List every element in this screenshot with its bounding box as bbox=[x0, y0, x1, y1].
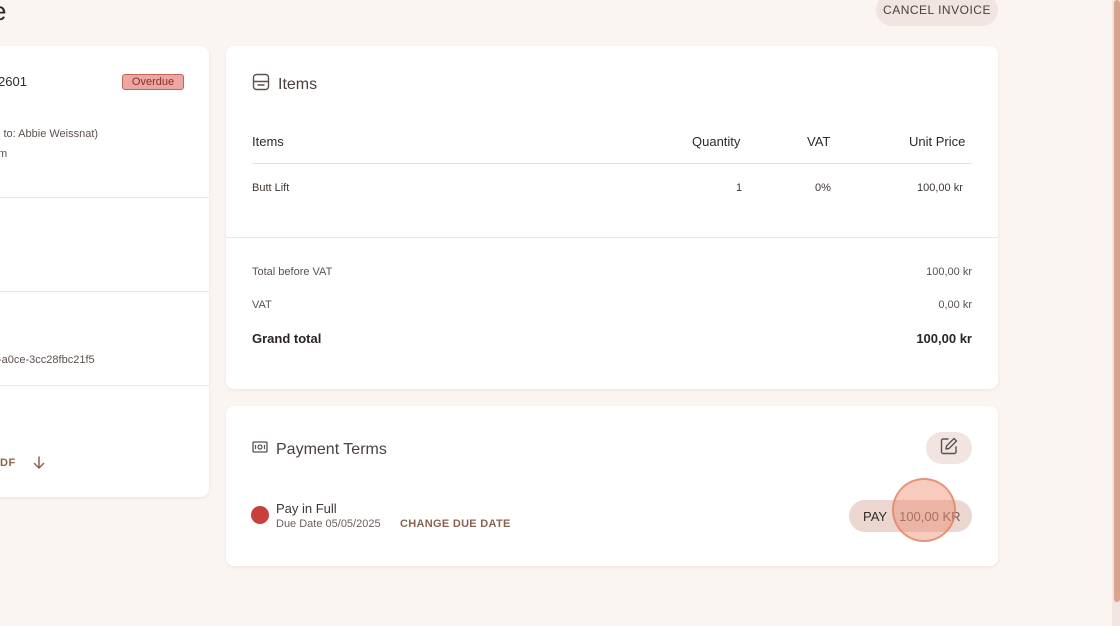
summary-section: 2601 Overdue l to: Abbie Weissnat) m bbox=[0, 46, 209, 198]
billed-to-text: l to: Abbie Weissnat) bbox=[0, 128, 99, 140]
total-before-vat-value: 100,00 kr bbox=[926, 266, 972, 278]
pdf-download-row[interactable]: DF bbox=[0, 456, 46, 470]
header-divider bbox=[252, 163, 972, 164]
details-section bbox=[0, 198, 209, 292]
items-header: Items bbox=[252, 73, 317, 96]
pay-label: PAY bbox=[863, 508, 888, 524]
term-name: Pay in Full bbox=[276, 501, 337, 516]
edit-payment-terms-button[interactable] bbox=[926, 432, 972, 464]
payment-terms-card: Payment Terms Pay in Full Due Date 05/05… bbox=[226, 406, 998, 566]
receipt-icon bbox=[252, 73, 270, 96]
totals-divider bbox=[226, 237, 998, 238]
column-header-quantity: Quantity bbox=[692, 134, 741, 149]
payment-status-dot bbox=[251, 506, 269, 524]
pay-button[interactable]: PAY 100,00 KR bbox=[849, 500, 972, 532]
column-header-vat: VAT bbox=[807, 134, 831, 149]
invoice-summary-card: 2601 Overdue l to: Abbie Weissnat) m -a0… bbox=[0, 46, 209, 497]
edit-pencil-icon bbox=[939, 436, 959, 461]
banknote-icon bbox=[252, 440, 268, 459]
items-title: Items bbox=[278, 75, 318, 93]
item-name: Butt Lift bbox=[252, 182, 290, 194]
page-title: e bbox=[0, 0, 6, 27]
column-header-items: Items bbox=[252, 134, 284, 149]
arrow-down-icon[interactable] bbox=[32, 456, 46, 470]
item-unit-price: 100,00 kr bbox=[917, 182, 963, 194]
vat-label: VAT bbox=[252, 299, 272, 311]
due-date: Due Date 05/05/2025 bbox=[276, 518, 381, 530]
column-header-unit-price: Unit Price bbox=[909, 134, 966, 149]
cancel-invoice-button[interactable]: CANCEL INVOICE bbox=[876, 0, 998, 26]
vat-value: 0,00 kr bbox=[938, 299, 972, 311]
change-due-date-button[interactable]: CHANGE DUE DATE bbox=[400, 518, 511, 530]
reference-id: -a0ce-3cc28fbc21f5 bbox=[0, 354, 95, 366]
scrollbar-thumb[interactable] bbox=[1114, 0, 1120, 602]
grand-total-label: Grand total bbox=[252, 331, 322, 346]
status-badge: Overdue bbox=[122, 74, 184, 90]
pdf-link[interactable]: DF bbox=[0, 457, 16, 469]
payment-header: Payment Terms bbox=[252, 440, 387, 459]
items-card: Items Items Quantity VAT Unit Price Butt… bbox=[226, 46, 998, 389]
customer-line: m bbox=[0, 148, 8, 160]
total-before-vat-label: Total before VAT bbox=[252, 266, 333, 278]
pay-amount: 100,00 KR bbox=[899, 508, 961, 524]
reference-section: -a0ce-3cc28fbc21f5 bbox=[0, 292, 209, 386]
item-vat: 0% bbox=[815, 182, 831, 194]
invoice-number: 2601 bbox=[0, 74, 27, 89]
grand-total-value: 100,00 kr bbox=[916, 331, 972, 346]
item-quantity: 1 bbox=[736, 182, 743, 194]
payment-terms-title: Payment Terms bbox=[276, 440, 387, 458]
